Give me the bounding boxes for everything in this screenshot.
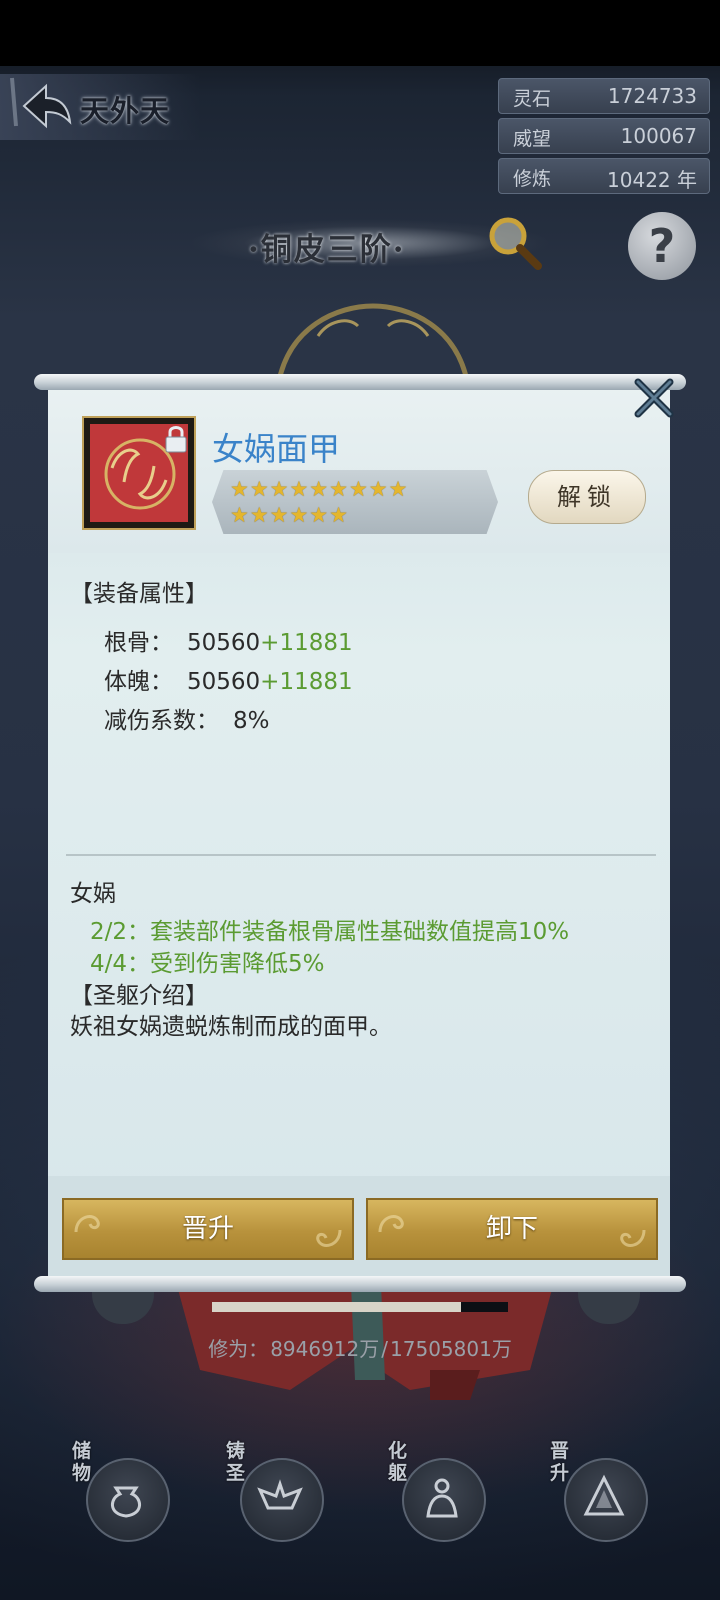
set-bonus-line: 4/4：受到伤害降低5% (90, 951, 325, 977)
star-rating: ★★★★★★★★★ ★★★★★★ (212, 470, 498, 534)
attributes-title: 【装备属性】 (70, 581, 208, 607)
stars-row-1: ★★★★★★★★★ (230, 477, 409, 501)
close-icon[interactable] (632, 376, 676, 420)
cultivation-current: 8946912万 (270, 1337, 380, 1361)
currency-label: 威望 (513, 128, 552, 150)
attribute-label: 根骨： (104, 630, 173, 656)
attribute-bonus: +11881 (260, 669, 353, 695)
scroll-rod-bottom (34, 1276, 686, 1292)
unequip-button[interactable]: 卸下 (366, 1198, 658, 1260)
forge-icon (257, 1479, 303, 1510)
attribute-bonus: +11881 (260, 630, 353, 656)
body-icon (426, 1478, 458, 1518)
menu-label: 晋升 (550, 1440, 570, 1484)
stars-row-2: ★★★★★★ (230, 503, 349, 527)
currency-lingshi: 灵石 1724733 (498, 78, 710, 114)
attribute-row-damage-reduction: 减伤系数： 8% (104, 701, 270, 735)
cultivation-progress-fill (212, 1302, 461, 1312)
promote-label: 晋升 (181, 1214, 234, 1244)
currency-weiwang: 威望 100067 (498, 118, 710, 154)
attribute-base: 8% (233, 708, 270, 734)
page-title: 天外天 (80, 94, 171, 128)
attribute-base: 50560 (187, 669, 261, 695)
help-button[interactable]: ? (628, 212, 696, 280)
cultivation-progress (212, 1302, 508, 1312)
intro-title: 【圣躯介绍】 (70, 983, 208, 1009)
rank-title: ·铜皮三阶· (248, 232, 406, 268)
cultivation-text: 修为： 8946912万/17505801万 (0, 1333, 720, 1362)
set-name: 女娲 (70, 881, 116, 907)
promote-button[interactable]: 晋升 (62, 1198, 354, 1260)
attribute-row-tipo: 体魄： 50560+11881 (104, 662, 353, 696)
currency-value: 100067 (620, 124, 697, 148)
attribute-base: 50560 (187, 630, 261, 656)
currency-xiulian: 修炼 10422 年 (498, 158, 710, 194)
currency-label: 灵石 (513, 88, 552, 110)
currency-label: 修炼 (513, 168, 552, 190)
item-name: 女娲面甲 (212, 430, 341, 468)
unlock-button[interactable]: 解锁 (528, 470, 646, 524)
cloud-swirl-icon (74, 1215, 100, 1233)
menu-body-button[interactable]: 化躯 (388, 1440, 486, 1542)
currency-value: 10422 年 (607, 168, 697, 192)
cultivation-max: 17505801万 (390, 1337, 512, 1361)
menu-ascend-button[interactable]: 晋升 (550, 1440, 648, 1542)
cloud-swirl-icon (378, 1215, 404, 1233)
menu-forge-button[interactable]: 铸圣 (226, 1440, 324, 1542)
cultivation-separator: / (381, 1337, 389, 1361)
back-header[interactable]: 天外天 (0, 74, 200, 140)
cloud-swirl-icon (620, 1229, 646, 1247)
back-arrow-icon[interactable] (6, 76, 76, 136)
lock-icon (165, 426, 187, 453)
attribute-label: 体魄： (104, 669, 173, 695)
intro-text: 妖祖女娲遗蜕炼制而成的面甲。 (70, 1014, 392, 1040)
attribute-label: 减伤系数： (104, 708, 219, 734)
section-divider (66, 854, 656, 856)
ornament-icon (275, 303, 471, 386)
menu-label: 化躯 (388, 1440, 408, 1484)
attribute-row-gengu: 根骨： 50560+11881 (104, 623, 353, 657)
scroll-rod-top (34, 374, 686, 390)
status-bar (0, 0, 720, 66)
cultivation-label: 修为： (208, 1337, 269, 1361)
menu-label: 铸圣 (226, 1440, 246, 1484)
magnifier-icon[interactable] (484, 212, 544, 272)
menu-storage-button[interactable]: 储物 (72, 1440, 170, 1542)
cloud-swirl-icon (316, 1229, 342, 1247)
menu-label: 储物 (72, 1440, 92, 1484)
currency-value: 1724733 (607, 84, 697, 108)
ascend-icon (583, 1474, 625, 1516)
bag-icon (111, 1486, 141, 1518)
unequip-label: 卸下 (485, 1214, 538, 1244)
set-bonus-line: 2/2：套装部件装备根骨属性基础数值提高10% (90, 919, 570, 945)
